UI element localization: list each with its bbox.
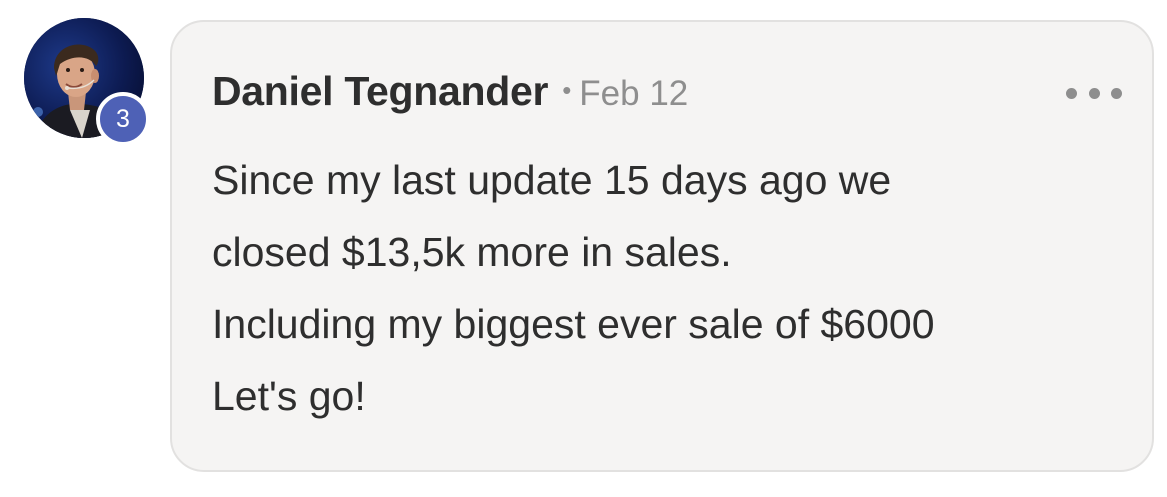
more-horizontal-icon-dot bbox=[1111, 87, 1122, 99]
comment-item: 3 Daniel Tegnander • Feb 12 Since my las… bbox=[0, 0, 1167, 497]
comment-line: Since my last update 15 days ago we bbox=[212, 157, 892, 203]
meta-separator: • bbox=[562, 75, 572, 105]
comment-line: Let's go! bbox=[212, 373, 366, 419]
author-avatar-group[interactable]: 3 bbox=[24, 18, 158, 152]
level-badge: 3 bbox=[96, 92, 150, 146]
comment-line: closed $13,5k more in sales. bbox=[212, 229, 732, 275]
more-horizontal-icon-dot bbox=[1088, 87, 1100, 99]
comment-body: Since my last update 15 days ago we clos… bbox=[212, 144, 1122, 432]
more-options-button[interactable] bbox=[1066, 78, 1122, 108]
author-name[interactable]: Daniel Tegnander bbox=[212, 68, 548, 115]
more-horizontal-icon-dot bbox=[1066, 87, 1077, 99]
comment-header: Daniel Tegnander • Feb 12 bbox=[212, 68, 688, 115]
comment-card: Daniel Tegnander • Feb 12 Since my last … bbox=[170, 20, 1154, 472]
post-date[interactable]: Feb 12 bbox=[579, 74, 688, 114]
comment-line: Including my biggest ever sale of $6000 bbox=[212, 301, 935, 347]
